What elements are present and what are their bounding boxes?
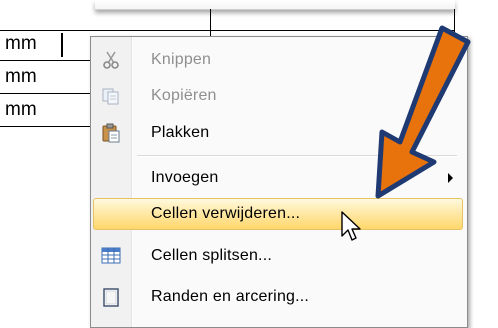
orange-arrow-icon [375, 25, 471, 199]
menu-item-label: Invoegen [151, 169, 219, 186]
table-line [0, 93, 92, 94]
page-top-edge [95, 0, 455, 10]
borders-icon [101, 287, 121, 307]
menu-item-label: Randen en arcering... [151, 288, 310, 305]
text-cursor [61, 33, 63, 57]
mouse-pointer-icon [341, 211, 361, 241]
table-line [0, 126, 92, 127]
table-cell-text[interactable]: mm [5, 99, 37, 121]
copy-icon [101, 86, 121, 106]
menu-item-label: Kopiëren [151, 87, 217, 104]
menu-item-label: Cellen verwijderen... [151, 205, 301, 222]
menu-item-label: Cellen splitsen... [151, 247, 272, 264]
scissors-icon [101, 50, 121, 70]
menu-item-cellen-verwijderen[interactable]: Cellen verwijderen... [91, 197, 467, 231]
menu-item-label: Plakken [151, 124, 210, 141]
table-line [210, 9, 211, 37]
table-line [0, 60, 92, 61]
menu-item-cellen-splitsen[interactable]: Cellen splitsen... [91, 239, 467, 273]
menu-item-label: Knippen [151, 51, 212, 68]
split-cells-icon [101, 246, 121, 266]
paste-icon [101, 123, 121, 143]
menu-item-randen-en-arcering[interactable]: Randen en arcering... [91, 280, 467, 314]
table-cell-text[interactable]: mm [5, 66, 37, 88]
table-cell-text[interactable]: mm [5, 33, 37, 55]
